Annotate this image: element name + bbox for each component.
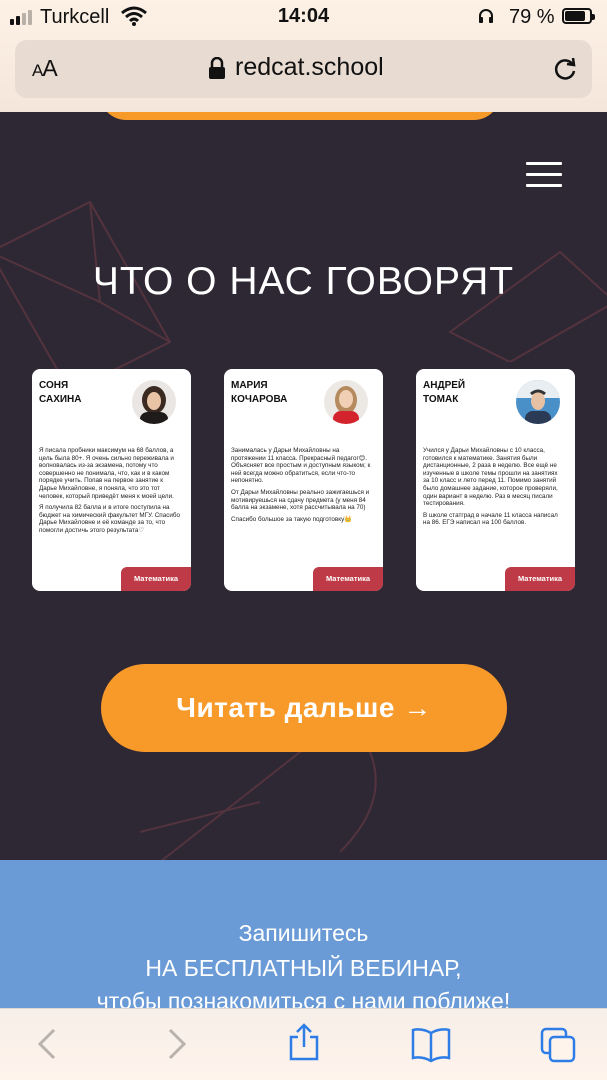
url-text[interactable]: redcat.school (235, 53, 384, 82)
review-paragraph: От Дарьи Михайловны реально зажигаешься … (231, 488, 370, 512)
review-text: Я писала пробники максимум на 68 баллов,… (39, 447, 181, 539)
review-paragraph: Я получила 82 балла и в итоге поступила … (39, 504, 180, 534)
browser-toolbar (0, 1008, 607, 1080)
review-text: Учился у Дарьи Михайловны с 10 класса, г… (423, 447, 565, 531)
avatar (132, 380, 176, 424)
review-paragraph: Занималась у Дарьи Михайловны на протяже… (231, 447, 371, 485)
tabs-icon[interactable] (540, 1027, 578, 1063)
top-cta-edge[interactable] (100, 112, 500, 120)
reviewer-last-name: САХИНА (39, 394, 82, 405)
reviews-section: ЧТО О НАС ГОВОРЯТ СОНЯ САХИНА Я писала п… (0, 112, 607, 860)
reviewer-name: АНДРЕЙ ТОМАК (423, 379, 503, 407)
review-card: СОНЯ САХИНА Я писала пробники максимум н… (32, 369, 191, 591)
review-paragraph: Учился у Дарьи Михайловны с 10 класса, г… (423, 447, 558, 508)
subject-tag[interactable]: Математика (505, 567, 575, 591)
webinar-banner: Запишитесь НА БЕСПЛАТНЫЙ ВЕБИНАР, чтобы … (0, 860, 607, 1014)
review-paragraph: Спасибо большое за такую подготовку👑 (231, 515, 353, 523)
review-card: АНДРЕЙ ТОМАК Учился у Дарьи Михайловны с… (416, 369, 575, 591)
reviewer-first-name: МАРИЯ (231, 380, 268, 391)
reviewer-name: СОНЯ САХИНА (39, 379, 119, 407)
browser-top-bar: Turkcell 14:04 79 % AA redcat.school (0, 0, 607, 112)
subject-tag[interactable]: Математика (313, 567, 383, 591)
reviewer-first-name: СОНЯ (39, 380, 69, 391)
avatar (516, 380, 560, 424)
back-icon[interactable] (36, 1027, 58, 1061)
read-more-button[interactable]: Читать дальше → (101, 664, 507, 752)
webinar-line-1: Запишитесь (238, 920, 369, 946)
webinar-line-2: НА БЕСПЛАТНЫЙ ВЕБИНАР, (145, 955, 462, 981)
share-icon[interactable] (288, 1023, 320, 1061)
reviewer-name: МАРИЯ КОЧАРОВА (231, 379, 311, 407)
section-heading: ЧТО О НАС ГОВОРЯТ (92, 260, 515, 303)
address-bar[interactable]: AA redcat.school (15, 40, 592, 98)
subject-tag[interactable]: Математика (121, 567, 191, 591)
status-bar: Turkcell 14:04 79 % (0, 0, 607, 34)
review-card: МАРИЯ КОЧАРОВА Занималась у Дарьи Михайл… (224, 369, 383, 591)
reload-icon[interactable] (552, 56, 578, 82)
text-size-button[interactable]: AA (32, 55, 58, 82)
headphones-icon (479, 9, 493, 23)
battery-percent: 79 % (509, 6, 555, 28)
reviewer-first-name: АНДРЕЙ (423, 380, 466, 391)
menu-icon[interactable] (526, 162, 562, 188)
review-paragraph: В школе статград в начале 11 класса напи… (423, 511, 558, 527)
battery-icon (562, 8, 595, 24)
forward-icon[interactable] (166, 1027, 188, 1061)
reviewer-last-name: ТОМАК (423, 394, 459, 405)
reviewer-last-name: КОЧАРОВА (231, 394, 288, 405)
lock-icon (209, 57, 225, 79)
review-paragraph: Я писала пробники максимум на 68 баллов,… (39, 447, 174, 500)
review-text: Занималась у Дарьи Михайловны на протяже… (231, 447, 373, 527)
avatar (324, 380, 368, 424)
bookmarks-icon[interactable] (410, 1027, 452, 1063)
